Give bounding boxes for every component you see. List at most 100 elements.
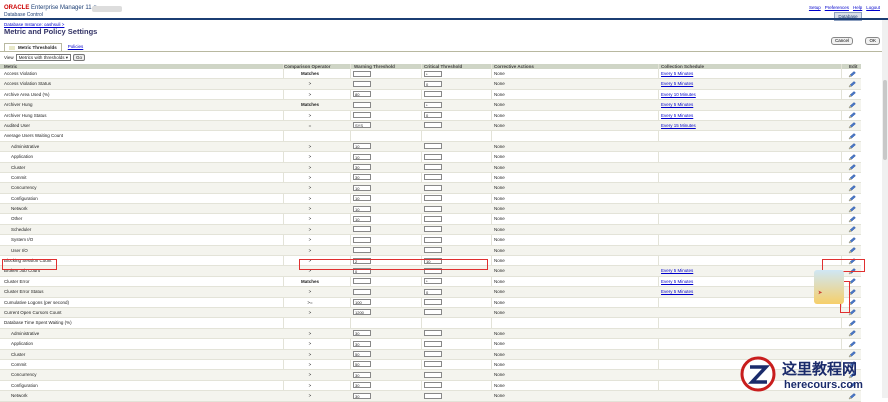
critical-threshold-input[interactable]: *	[424, 278, 442, 285]
warning-threshold-input[interactable]: 30	[353, 382, 371, 389]
vertical-scrollbar[interactable]	[882, 20, 888, 398]
critical-threshold-input[interactable]	[424, 371, 442, 378]
edit-pencil-icon[interactable]	[848, 101, 856, 109]
edit-pencil-icon[interactable]	[848, 133, 856, 140]
critical-threshold-input[interactable]	[424, 91, 442, 98]
critical-threshold-input[interactable]	[424, 247, 442, 254]
warning-threshold-input[interactable]: 10	[353, 143, 371, 150]
critical-threshold-input[interactable]: 0	[424, 80, 442, 87]
warning-threshold-input[interactable]: 30	[353, 371, 371, 378]
warning-threshold-input[interactable]: 50	[353, 361, 371, 368]
floating-ad[interactable]: ➤	[814, 270, 844, 304]
metric-name: System I/O	[11, 237, 34, 243]
edit-pencil-icon[interactable]	[848, 320, 856, 327]
edit-pencil-icon[interactable]	[848, 112, 856, 119]
critical-threshold-input[interactable]	[424, 184, 442, 191]
edit-pencil-icon[interactable]	[848, 236, 856, 244]
logout-link[interactable]: Logout	[866, 5, 880, 10]
warning-threshold-input[interactable]: 10	[353, 184, 371, 191]
warning-threshold-input[interactable]	[353, 247, 371, 254]
critical-threshold-input[interactable]	[424, 164, 442, 171]
collection-schedule-link[interactable]: Every 15 Minutes	[661, 121, 696, 130]
critical-threshold-input[interactable]: 0	[424, 112, 442, 119]
critical-threshold-input[interactable]: 0	[424, 288, 442, 295]
preferences-link[interactable]: Preferences	[825, 5, 849, 10]
warning-threshold-input[interactable]: 100	[353, 299, 371, 306]
critical-threshold-input[interactable]	[424, 330, 442, 337]
critical-threshold-input[interactable]	[424, 340, 442, 347]
collection-schedule-link[interactable]: Every 5 Minutes	[661, 69, 693, 78]
critical-threshold-input[interactable]	[424, 153, 442, 160]
critical-threshold-input[interactable]	[424, 382, 442, 389]
warning-threshold-input[interactable]: 30	[353, 340, 371, 347]
warning-threshold-input[interactable]: 30	[353, 330, 371, 337]
collection-schedule-link[interactable]: Every 5 Minutes	[661, 111, 693, 120]
warning-threshold-input[interactable]: 1200	[353, 309, 371, 316]
critical-threshold-input[interactable]	[424, 236, 442, 243]
critical-threshold-input[interactable]	[424, 351, 442, 358]
critical-threshold-input[interactable]	[424, 122, 442, 129]
warning-threshold-input[interactable]: 80	[353, 91, 371, 98]
warning-threshold-input[interactable]	[353, 112, 371, 119]
edit-pencil-icon[interactable]	[848, 91, 856, 98]
critical-threshold-input[interactable]	[424, 226, 442, 233]
critical-threshold-input[interactable]	[424, 215, 442, 222]
edit-pencil-icon[interactable]	[848, 143, 856, 150]
scrollbar-thumb[interactable]	[883, 80, 887, 160]
warning-threshold-input[interactable]	[353, 288, 371, 295]
collection-schedule-link[interactable]: Every 5 Minutes	[661, 266, 693, 275]
critical-threshold-input[interactable]	[424, 143, 442, 150]
edit-pencil-icon[interactable]	[848, 184, 856, 192]
critical-threshold-input[interactable]	[424, 205, 442, 212]
warning-threshold-input[interactable]: 10	[353, 215, 371, 222]
setup-link[interactable]: Setup	[809, 5, 821, 10]
edit-pencil-icon[interactable]	[848, 226, 856, 233]
warning-threshold-input[interactable]	[353, 70, 371, 77]
critical-threshold-input[interactable]: *	[424, 70, 442, 77]
warning-threshold-input[interactable]: 10	[353, 153, 371, 160]
edit-pencil-icon[interactable]	[848, 216, 856, 223]
edit-pencil-icon[interactable]	[848, 153, 856, 161]
edit-pencil-icon[interactable]	[848, 340, 856, 348]
tab-policies[interactable]: Policies	[63, 43, 88, 50]
critical-threshold-input[interactable]	[424, 195, 442, 202]
warning-threshold-input[interactable]	[353, 278, 371, 285]
warning-threshold-input[interactable]: 10	[353, 195, 371, 202]
critical-threshold-input[interactable]	[424, 174, 442, 181]
tab-metric-thresholds[interactable]: Metric Thresholds	[4, 43, 62, 51]
warning-threshold-input[interactable]	[353, 236, 371, 243]
critical-threshold-input[interactable]	[424, 361, 442, 368]
edit-pencil-icon[interactable]	[848, 81, 856, 88]
critical-threshold-input[interactable]	[424, 309, 442, 316]
go-button[interactable]: Go	[72, 54, 85, 61]
critical-threshold-input[interactable]	[424, 299, 442, 306]
warning-threshold-input[interactable]: 50	[353, 351, 371, 358]
warning-threshold-input[interactable]: 30	[353, 164, 371, 171]
critical-threshold-input[interactable]: *	[424, 101, 442, 108]
ok-button[interactable]: OK	[865, 37, 880, 45]
edit-pencil-icon[interactable]	[848, 164, 856, 171]
edit-pencil-icon[interactable]	[848, 330, 856, 337]
edit-pencil-icon[interactable]	[848, 174, 856, 181]
warning-threshold-input[interactable]	[353, 101, 371, 108]
edit-pencil-icon[interactable]	[848, 70, 856, 78]
view-select[interactable]: Metrics with thresholds ▾	[15, 54, 71, 61]
metric-name: Concurrency	[11, 372, 37, 378]
edit-pencil-icon[interactable]	[848, 205, 856, 213]
edit-pencil-icon[interactable]	[848, 122, 856, 129]
warning-threshold-input[interactable]	[353, 226, 371, 233]
cancel-button[interactable]: Cancel	[830, 37, 853, 45]
warning-threshold-input[interactable]: SYS	[353, 122, 371, 129]
collection-schedule-link[interactable]: Every 5 Minutes	[661, 100, 693, 109]
warning-threshold-input[interactable]: 10	[353, 205, 371, 212]
warning-threshold-input[interactable]	[353, 80, 371, 87]
collection-schedule-link[interactable]: Every 5 Minutes	[661, 277, 693, 286]
edit-pencil-icon[interactable]	[848, 247, 856, 254]
edit-pencil-icon[interactable]	[848, 195, 856, 202]
collection-schedule-link[interactable]: Every 10 Minutes	[661, 90, 696, 99]
collection-schedule-link[interactable]: Every 5 Minutes	[661, 79, 693, 88]
collection-schedule-link[interactable]: Every 5 Minutes	[661, 287, 693, 296]
comparison-operator: >	[308, 382, 312, 388]
warning-threshold-input[interactable]: 30	[353, 174, 371, 181]
help-link[interactable]: Help	[853, 5, 862, 10]
